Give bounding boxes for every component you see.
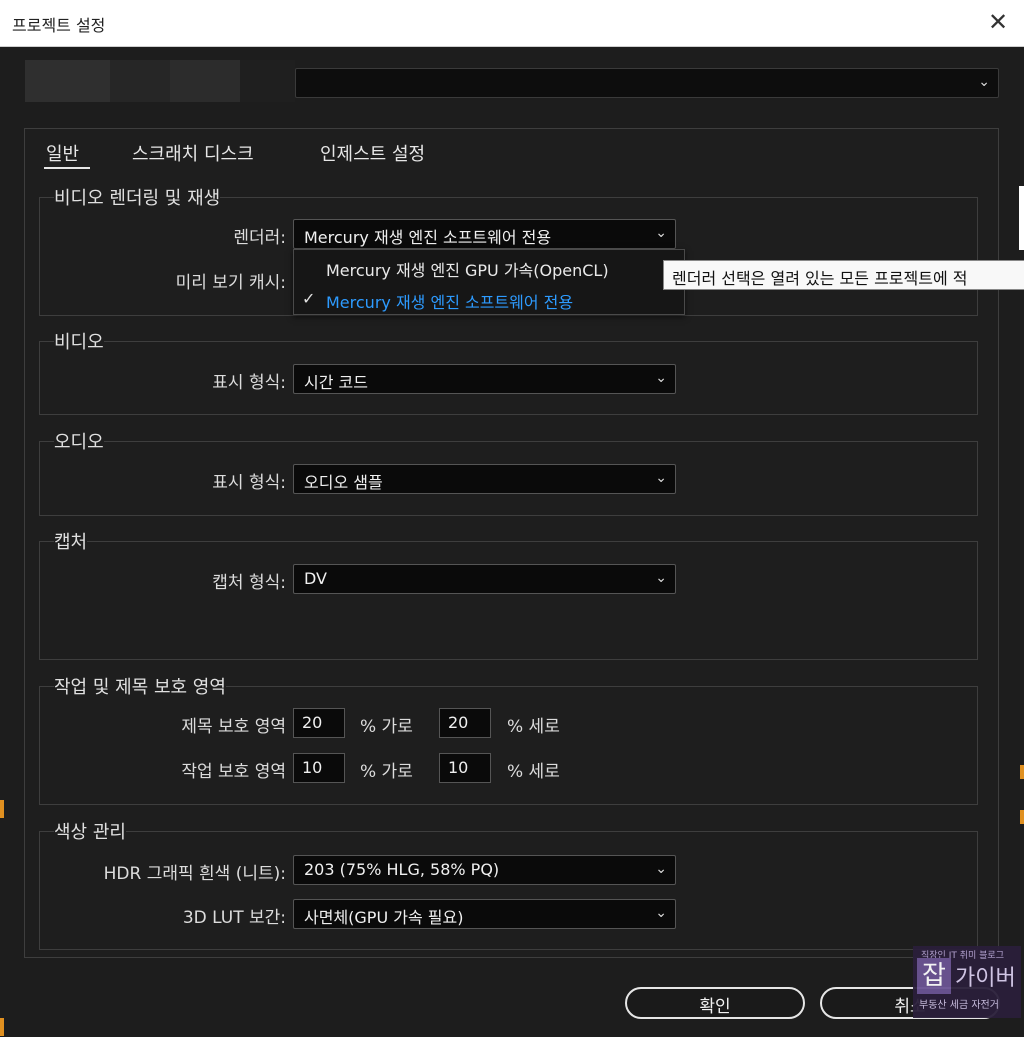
renderer-dropdown-menu: Mercury 재생 엔진 GPU 가속(OpenCL) ✓ Mercury 재…	[293, 249, 685, 315]
tab-ingest-settings[interactable]: 인제스트 설정	[320, 140, 425, 166]
group-title: 오디오	[54, 428, 104, 454]
group-safe-margins: 작업 및 제목 보호 영역	[39, 673, 978, 805]
hdr-white-value: 203 (75% HLG, 58% PQ)	[304, 860, 500, 879]
group-color-management: 색상 관리	[39, 818, 978, 950]
action-safe-horizontal-input[interactable]: 10	[293, 753, 345, 783]
chevron-down-icon: ⌄	[655, 570, 667, 586]
renderer-select[interactable]: Mercury 재생 엔진 소프트웨어 전용 ⌄	[293, 219, 676, 249]
capture-format-label: 캡처 형식:	[212, 573, 286, 593]
hdr-white-label: HDR 그래픽 흰색 (니트):	[103, 864, 286, 884]
close-icon[interactable]: ✕	[984, 8, 1012, 36]
ok-button-label: 확인	[699, 997, 731, 1017]
video-display-format-select[interactable]: 시간 코드 ⌄	[293, 364, 676, 394]
audio-display-format-value: 오디오 샘플	[304, 473, 383, 492]
background-accent	[1020, 810, 1024, 824]
watermark-logo: 직장인 IT 취미 블로그 잡 가이버 부동산 세금 자전거	[913, 946, 1021, 1018]
chevron-down-icon: ⌄	[655, 370, 667, 386]
group-capture: 캡처	[39, 528, 978, 660]
tab-scratch-disks[interactable]: 스크래치 디스크	[132, 140, 254, 166]
title-safe-label: 제목 보호 영역	[181, 717, 286, 737]
hdr-white-select[interactable]: 203 (75% HLG, 58% PQ) ⌄	[293, 855, 676, 885]
group-title: 캡처	[54, 528, 88, 554]
action-safe-horizontal-value: 10	[302, 758, 323, 777]
preview-cache-label: 미리 보기 캐시:	[175, 273, 286, 293]
action-safe-label: 작업 보호 영역	[181, 762, 286, 782]
title-safe-horizontal-value: 20	[302, 713, 323, 732]
checkmark-icon: ✓	[302, 289, 316, 308]
renderer-option-software[interactable]: Mercury 재생 엔진 소프트웨어 전용	[326, 289, 573, 313]
lut-interpolation-label: 3D LUT 보간:	[182, 908, 286, 928]
audio-display-format-select[interactable]: 오디오 샘플 ⌄	[293, 464, 676, 494]
obscured-region	[25, 60, 295, 102]
chevron-down-icon: ⌄	[655, 470, 667, 486]
capture-format-select[interactable]: DV ⌄	[293, 564, 676, 594]
preset-select[interactable]: ⌄	[295, 68, 999, 98]
chevron-down-icon: ⌄	[655, 225, 667, 241]
renderer-tooltip: 렌더러 선택은 열려 있는 모든 프로젝트에 적	[663, 260, 1024, 290]
horizontal-unit-label: % 가로	[360, 717, 413, 737]
lut-interpolation-value: 사면체(GPU 가속 필요)	[304, 908, 464, 927]
watermark-mark: 잡	[917, 958, 951, 994]
chevron-down-icon: ⌄	[978, 74, 990, 90]
renderer-option-gpu[interactable]: Mercury 재생 엔진 GPU 가속(OpenCL)	[326, 257, 609, 281]
active-tab-indicator	[44, 167, 90, 169]
renderer-label: 렌더러:	[233, 228, 286, 248]
group-title: 비디오 렌더링 및 재생	[54, 184, 221, 210]
tooltip-text: 렌더러 선택은 열려 있는 모든 프로젝트에 적	[672, 269, 968, 288]
vertical-unit-label: % 세로	[507, 762, 560, 782]
tab-general[interactable]: 일반	[46, 140, 79, 166]
action-safe-vertical-value: 10	[448, 758, 469, 777]
chevron-down-icon: ⌄	[655, 905, 667, 921]
group-title: 비디오	[54, 328, 104, 354]
window-edge	[1019, 186, 1024, 250]
title-safe-vertical-input[interactable]: 20	[439, 708, 491, 738]
title-safe-vertical-value: 20	[448, 713, 469, 732]
title-safe-horizontal-input[interactable]: 20	[293, 708, 345, 738]
ok-button[interactable]: 확인	[625, 987, 805, 1019]
horizontal-unit-label: % 가로	[360, 762, 413, 782]
background-accent	[1020, 765, 1024, 779]
chevron-down-icon: ⌄	[655, 861, 667, 877]
group-title: 색상 관리	[54, 818, 126, 844]
watermark-subtitle: 부동산 세금 자전거	[919, 1000, 999, 1011]
video-display-format-label: 표시 형식:	[212, 373, 286, 393]
watermark-name: 가이버	[955, 966, 1016, 991]
background-accent	[0, 1018, 4, 1036]
action-safe-vertical-input[interactable]: 10	[439, 753, 491, 783]
vertical-unit-label: % 세로	[507, 717, 560, 737]
video-display-format-value: 시간 코드	[304, 373, 368, 392]
capture-format-value: DV	[304, 569, 327, 588]
title-bar: 프로젝트 설정 ✕	[0, 0, 1024, 47]
lut-interpolation-select[interactable]: 사면체(GPU 가속 필요) ⌄	[293, 899, 676, 929]
window-title: 프로젝트 설정	[12, 16, 106, 35]
background-accent	[0, 800, 4, 818]
renderer-value: Mercury 재생 엔진 소프트웨어 전용	[304, 228, 552, 247]
group-title: 작업 및 제목 보호 영역	[54, 673, 226, 699]
audio-display-format-label: 표시 형식:	[212, 473, 286, 493]
